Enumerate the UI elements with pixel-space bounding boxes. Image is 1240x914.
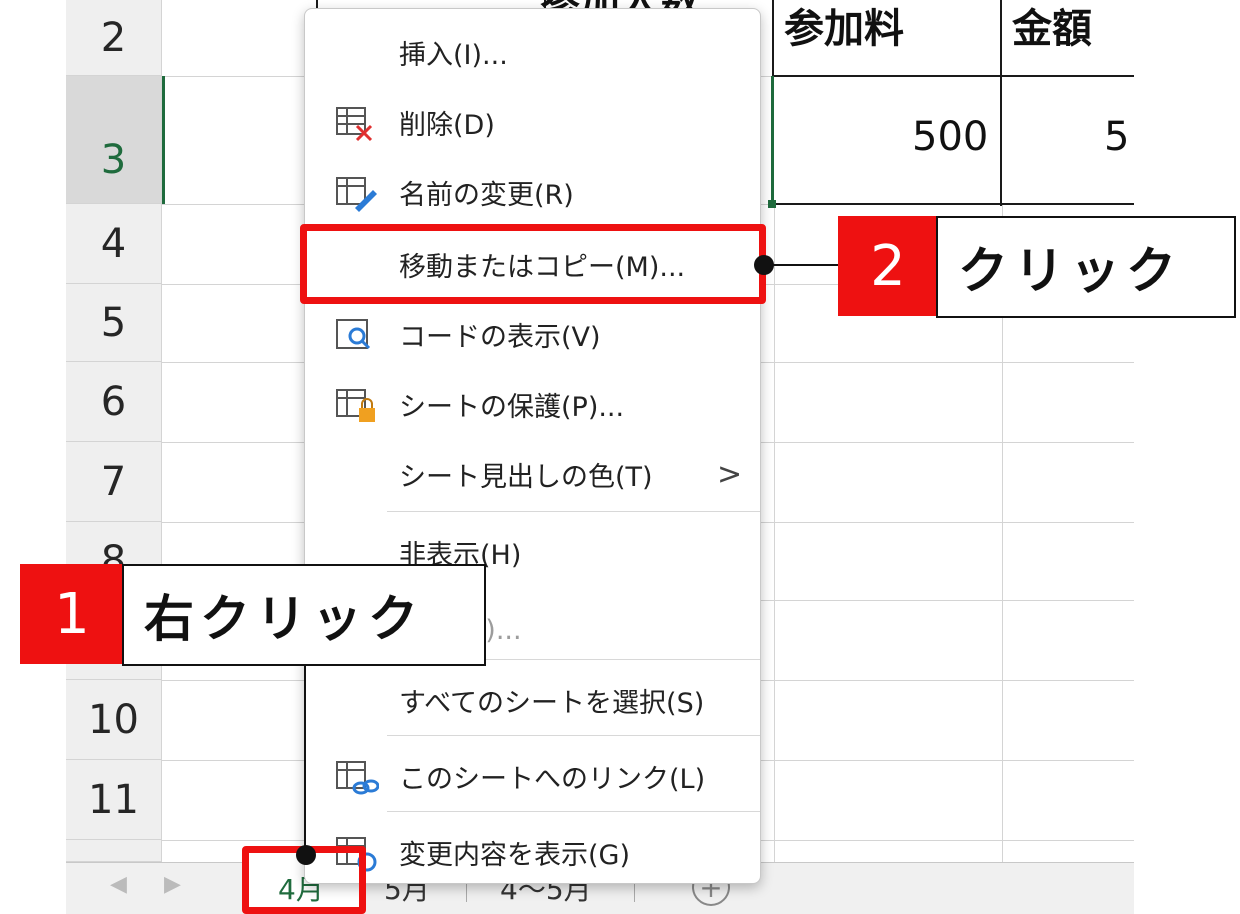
menu-item-label: シートの保護(P)... [399, 391, 625, 423]
table-border [772, 75, 1134, 77]
table-border [316, 0, 318, 8]
menu-item-label: このシートへのリンク(L) [399, 763, 706, 795]
menu-item-insert[interactable]: 挿入(I)... [305, 15, 760, 89]
right-margin [1134, 0, 1240, 914]
scroll-right-icon[interactable]: ▶ [164, 872, 181, 897]
menu-item-view-code[interactable]: コードの表示(V) [305, 297, 760, 371]
scroll-left-icon[interactable]: ◀ [110, 872, 127, 897]
menu-item-select-all[interactable]: すべてのシートを選択(S) [305, 663, 760, 737]
menu-item-label: すべてのシートを選択(S) [399, 687, 705, 719]
chevron-right-icon: > [717, 456, 743, 492]
table-border [1000, 0, 1002, 206]
row-header-11[interactable]: 11 [66, 760, 162, 840]
step-label-2: クリック [936, 216, 1236, 318]
row-header-7[interactable]: 7 [66, 442, 162, 522]
link-sheet-icon [336, 761, 379, 795]
menu-item-show-changes[interactable]: 変更内容を表示(G) [305, 815, 760, 889]
cell-header-d: 金額 [1012, 6, 1092, 52]
row-header-12[interactable] [66, 840, 162, 862]
menu-item-label: シート見出しの色(T) [399, 461, 653, 493]
menu-item-rename[interactable]: 名前の変更(R) [305, 155, 760, 229]
menu-item-label: 挿入(I)... [399, 39, 508, 71]
left-margin [0, 0, 66, 914]
row-header-4[interactable]: 4 [66, 204, 162, 284]
context-menu: 挿入(I)... 削除(D) 名前の変更(R) 移動またはコピー(M)... コ… [304, 8, 761, 884]
row-header-10[interactable]: 10 [66, 680, 162, 760]
menu-item-label: コードの表示(V) [399, 321, 601, 353]
menu-item-delete[interactable]: 削除(D) [305, 85, 760, 159]
row-header-6[interactable]: 6 [66, 362, 162, 442]
menu-item-label: 削除(D) [399, 109, 495, 141]
rename-sheet-icon [336, 177, 377, 212]
connector-dot [296, 845, 316, 865]
selection-edge [162, 76, 165, 204]
menu-item-label: 名前の変更(R) [399, 179, 574, 211]
row-header-3[interactable]: 3 [66, 76, 162, 204]
highlight-box-move-copy [300, 224, 766, 304]
menu-item-tab-color[interactable]: シート見出しの色(T) > [305, 437, 760, 511]
protect-sheet-icon [336, 389, 375, 422]
connector-line [304, 664, 306, 848]
menu-separator [387, 511, 760, 512]
step-number-2: 2 [838, 216, 938, 316]
connector-line [764, 264, 840, 266]
menu-item-protect[interactable]: シートの保護(P)... [305, 367, 760, 441]
step-number-1: 1 [20, 564, 124, 664]
cell-header-c: 参加料 [784, 6, 904, 52]
menu-separator [387, 735, 760, 736]
step-label-1: 右クリック [122, 564, 486, 666]
fill-handle[interactable] [768, 200, 776, 208]
menu-item-label: 変更内容を表示(G) [399, 839, 630, 871]
menu-separator [387, 811, 760, 812]
menu-item-link[interactable]: このシートへのリンク(L) [305, 739, 760, 813]
row-header-2[interactable]: 2 [66, 0, 162, 76]
selection-edge [771, 76, 774, 204]
delete-sheet-icon [336, 107, 373, 142]
table-border [772, 203, 1134, 205]
cell-d3-value[interactable]: 5 [1104, 114, 1129, 160]
view-code-icon [336, 319, 371, 350]
row-header-5[interactable]: 5 [66, 284, 162, 362]
grid-line [774, 204, 775, 862]
cell-c3-value[interactable]: 500 [912, 114, 988, 160]
